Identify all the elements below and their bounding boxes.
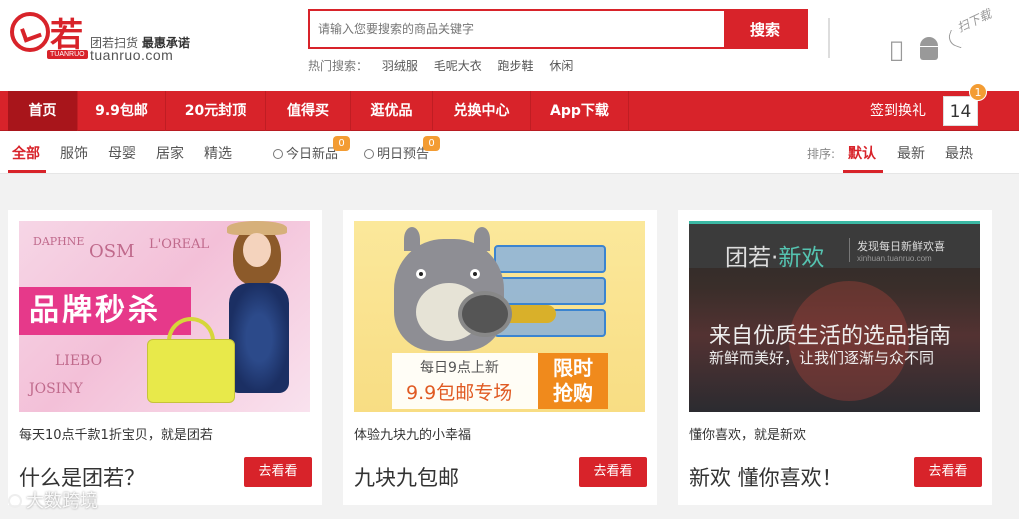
logo-character: 若 [50,15,83,54]
today-new-link[interactable]: 今日新品 [273,143,338,162]
xinhuan-brand: 团若·新欢 [725,245,825,271]
card-description: 每天10点千款1折宝贝，就是团若 [19,428,213,443]
brand-logo: OSM [89,241,135,262]
clock-icon [273,149,283,159]
today-new-label: 今日新品 [286,147,339,162]
tomorrow-badge: 0 [423,136,440,151]
watermark-icon [8,494,22,508]
today-new-badge: 0 [333,136,350,151]
download-note: 扫下载 [954,6,994,35]
alarm-icon [364,149,374,159]
android-icon[interactable] [918,37,940,61]
card-image[interactable]: 团若·新欢 发现每日新鲜欢喜 xinhuan.tuanruo.com 来自优质生… [689,221,980,412]
nav-item-premium[interactable]: 逛优品 [351,91,433,131]
logo-en-badge: TUANRUO [47,50,88,59]
xinhuan-url: xinhuan.tuanruo.com [857,254,932,263]
app-download-area[interactable]:  扫下载 [828,7,1018,65]
logo-mark-icon [10,12,50,52]
go-see-button[interactable]: 去看看 [244,457,312,487]
active-underline [8,170,46,173]
category-bar: 全部 服饰 母婴 居家 精选 今日新品 0 明日预告 0 排序: 默认 最新 最… [0,131,1019,174]
sort-label: 排序: [807,147,836,161]
category-featured[interactable]: 精选 [204,143,232,163]
site-logo[interactable]: 若 TUANRUO 团若扫货 最惠承诺 tuanruo.com [10,12,200,63]
category-home[interactable]: 居家 [156,143,184,163]
apple-icon[interactable]:  [890,38,903,63]
card-image[interactable]: DAPHNE OSM L'OREAL 品牌秒杀 LIEBO JOSINY [19,221,310,412]
logo-domain: tuanruo.com [90,47,174,63]
brand-logo: DAPHNE [33,235,85,248]
container-illustration [494,277,606,305]
nav-item-worth-buying[interactable]: 值得买 [266,91,351,131]
card-title[interactable]: 九块九包邮 [354,462,459,492]
nav-item-9-9[interactable]: 9.9包邮 [78,91,166,131]
pillow-eye [416,269,426,279]
nav-item-home[interactable]: 首页 [8,91,78,131]
brand-logo: JOSINY [29,381,83,397]
hot-search: 热门搜索： 羽绒服 毛呢大衣 跑步鞋 休闲 [308,57,585,74]
badge-line2: 抢购 [553,381,593,405]
hot-search-link[interactable]: 休闲 [549,59,573,73]
card-description: 体验九块九的小幸福 [354,428,472,443]
badge-line1: 限时 [553,356,593,380]
hot-search-link[interactable]: 跑步鞋 [498,59,534,73]
sign-in-count[interactable]: 14 [943,96,978,126]
container-illustration [494,245,606,273]
tomorrow-preview-link[interactable]: 明日预告 [364,143,429,162]
xinhuan-subtitle: 发现每日新鲜欢喜 [857,240,945,253]
search-box: 搜索 [308,9,808,49]
handbag-illustration [147,339,235,403]
category-all[interactable]: 全部 [12,143,40,163]
promo-card[interactable]: 每日9点上新 9.9包邮专场 限时 抢购 体验九块九的小幸福 九块九包邮 去看看 [343,210,657,505]
tomorrow-preview-label: 明日预告 [377,147,430,162]
xinhuan-header: 团若·新欢 发现每日新鲜欢喜 xinhuan.tuanruo.com [689,224,980,271]
sort-default[interactable]: 默认 [848,143,876,163]
divider [828,18,830,58]
main-nav: 首页 9.9包邮 20元封顶 值得买 逛优品 兑换中心 App下载 签到换礼 1… [0,91,1019,131]
category-clothing[interactable]: 服饰 [60,143,88,163]
sign-in-badge: 1 [969,83,987,101]
brand-logo: LIEBO [55,353,103,369]
header: 若 TUANRUO 团若扫货 最惠承诺 tuanruo.com 搜索 热门搜索：… [0,0,1019,91]
promo-card[interactable]: 团若·新欢 发现每日新鲜欢喜 xinhuan.tuanruo.com 来自优质生… [678,210,992,505]
flashlight-handle [508,305,556,323]
nav-item-20-cap[interactable]: 20元封顶 [166,91,266,131]
brand-logo: L'OREAL [149,237,210,252]
flashlight-illustration [458,291,512,337]
sort-newest[interactable]: 最新 [897,143,925,163]
divider [849,238,850,262]
nav-item-app-download[interactable]: App下载 [531,91,629,131]
flash-sale-banner: 品牌秒杀 [19,287,191,335]
hot-search-link[interactable]: 毛呢大衣 [434,59,482,73]
card-title[interactable]: 新欢 懂你喜欢！ [689,462,843,492]
go-see-button[interactable]: 去看看 [579,457,647,487]
search-input[interactable] [310,11,726,47]
card-image[interactable]: 每日9点上新 9.9包邮专场 限时 抢购 [354,221,645,412]
promo-card[interactable]: DAPHNE OSM L'OREAL 品牌秒杀 LIEBO JOSINY 每天1… [8,210,322,505]
xinhuan-headline: 来自优质生活的选品指南 [709,324,952,349]
promo-line2: 9.9包邮专场 [406,382,513,404]
card-description: 懂你喜欢，就是新欢 [689,428,807,443]
sign-in-link[interactable]: 签到换礼 [870,91,926,131]
promo-line1: 每日9点上新 [420,360,499,376]
category-baby[interactable]: 母婴 [108,143,136,163]
nav-item-exchange[interactable]: 兑换中心 [433,91,531,131]
limited-time-badge: 限时 抢购 [538,353,608,409]
hot-search-label: 热门搜索： [308,59,369,73]
xinhuan-tagline: 新鲜而美好，让我们逐渐与众不同 [709,349,935,367]
go-see-button[interactable]: 去看看 [914,457,982,487]
search-button[interactable]: 搜索 [724,11,806,47]
pillow-eye [470,269,480,279]
sort-underline [843,170,883,173]
hot-search-link[interactable]: 羽绒服 [382,59,418,73]
watermark: 大数跨境 [8,487,98,513]
sort-hottest[interactable]: 最热 [945,143,973,163]
